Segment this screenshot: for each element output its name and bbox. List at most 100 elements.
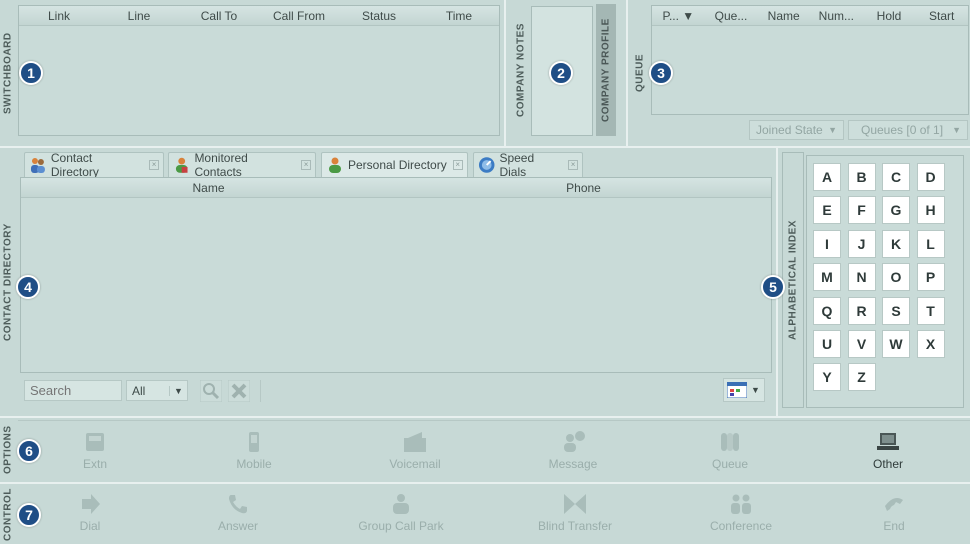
blind-transfer-icon bbox=[564, 494, 586, 514]
message-icon bbox=[564, 431, 585, 452]
letter-button-g[interactable]: G bbox=[882, 196, 910, 225]
queue-col-hold[interactable]: Hold bbox=[863, 9, 916, 23]
mobile-icon bbox=[249, 432, 259, 452]
letter-button-u[interactable]: U bbox=[813, 330, 841, 358]
badge-4: 4 bbox=[16, 275, 40, 299]
tab-label: Speed Dials bbox=[499, 151, 535, 179]
search-input[interactable] bbox=[24, 380, 122, 401]
control-blind-transfer[interactable]: Blind Transfer bbox=[524, 492, 626, 533]
tab-personal-directory[interactable]: Personal Directory × bbox=[321, 152, 468, 177]
company-profile-tab[interactable]: COMPANY PROFILE bbox=[596, 4, 616, 136]
letter-button-k[interactable]: K bbox=[882, 229, 910, 258]
option-other[interactable]: Other bbox=[858, 430, 918, 471]
switchboard-col-call-from[interactable]: Call From bbox=[259, 9, 339, 23]
letter-button-v[interactable]: V bbox=[847, 330, 876, 358]
alphabetical-index-label: ALPHABETICAL INDEX bbox=[782, 152, 804, 408]
letter-button-o[interactable]: O bbox=[882, 263, 910, 292]
extension-icon bbox=[86, 433, 104, 451]
control-dial[interactable]: Dial bbox=[60, 492, 120, 533]
letter-button-s[interactable]: S bbox=[882, 296, 910, 325]
option-mobile[interactable]: Mobile bbox=[224, 430, 284, 471]
letter-button-y[interactable]: Y bbox=[813, 363, 841, 392]
control-answer[interactable]: Answer bbox=[208, 492, 268, 533]
switchboard-col-call-to[interactable]: Call To bbox=[179, 9, 259, 23]
tab-speed-dials[interactable]: Speed Dials × bbox=[473, 151, 583, 179]
letter-button-r[interactable]: R bbox=[847, 296, 876, 325]
control-section-label: CONTROL bbox=[2, 488, 14, 542]
switchboard-section-label: SWITCHBOARD bbox=[2, 32, 14, 114]
conference-icon bbox=[731, 494, 751, 514]
option-label: Message bbox=[548, 457, 598, 471]
queue-header: P... ▼ Que... Name Num... Hold Start bbox=[652, 6, 968, 26]
search-filter-value: All bbox=[132, 383, 146, 398]
letter-button-d[interactable]: D bbox=[916, 163, 945, 191]
letter-button-n[interactable]: N bbox=[847, 263, 876, 292]
control-label: Dial bbox=[79, 519, 101, 533]
control-label: Answer bbox=[217, 519, 258, 533]
control-conference[interactable]: Conference bbox=[700, 492, 782, 533]
search-filter-select[interactable]: All ▼ bbox=[126, 380, 188, 401]
queue-col-name[interactable]: Name bbox=[757, 9, 810, 23]
tab-label: Monitored Contacts bbox=[194, 151, 248, 179]
queues-label: Queues [0 of 1] bbox=[861, 123, 944, 137]
letter-button-b[interactable]: B bbox=[847, 163, 876, 191]
tab-label: Personal Directory bbox=[348, 158, 447, 172]
chevron-down-icon: ▼ bbox=[169, 385, 187, 396]
control-end[interactable]: End bbox=[864, 492, 924, 533]
option-label: Other bbox=[872, 457, 903, 471]
control-group-call-park[interactable]: Group Call Park bbox=[350, 492, 452, 533]
search-icon[interactable] bbox=[200, 380, 222, 402]
queue-section-label: QUEUE bbox=[634, 53, 646, 93]
letter-button-p[interactable]: P bbox=[916, 263, 945, 292]
speed-dials-icon bbox=[478, 157, 495, 173]
queue-col-priority[interactable]: P... ▼ bbox=[652, 9, 705, 23]
option-voicemail[interactable]: Voicemail bbox=[380, 430, 450, 471]
chevron-down-icon: ▼ bbox=[952, 125, 961, 135]
letter-button-f[interactable]: F bbox=[847, 196, 876, 225]
queue-col-queue[interactable]: Que... bbox=[705, 9, 758, 23]
group-call-park-icon bbox=[393, 494, 409, 514]
switchboard-col-status[interactable]: Status bbox=[339, 9, 419, 23]
letter-button-h[interactable]: H bbox=[916, 196, 945, 225]
switchboard-col-link[interactable]: Link bbox=[19, 9, 99, 23]
queue-col-start[interactable]: Start bbox=[915, 9, 968, 23]
tab-contact-directory[interactable]: Contact Directory × bbox=[24, 151, 164, 179]
letter-button-e[interactable]: E bbox=[813, 196, 841, 225]
view-options-button[interactable]: ▼ bbox=[723, 378, 765, 402]
contact-col-name[interactable]: Name bbox=[21, 181, 396, 195]
badge-3: 3 bbox=[649, 61, 673, 85]
queue-col-number[interactable]: Num... bbox=[810, 9, 863, 23]
badge-7: 7 bbox=[17, 503, 41, 527]
switchboard-col-time[interactable]: Time bbox=[419, 9, 499, 23]
letter-button-i[interactable]: I bbox=[813, 229, 841, 258]
letter-button-t[interactable]: T bbox=[916, 296, 945, 325]
option-message[interactable]: Message bbox=[538, 430, 608, 471]
letter-button-j[interactable]: J bbox=[847, 229, 876, 258]
letter-button-a[interactable]: A bbox=[813, 163, 841, 191]
letter-button-c[interactable]: C bbox=[882, 163, 910, 191]
badge-5: 5 bbox=[761, 275, 785, 299]
letter-button-l[interactable]: L bbox=[916, 229, 945, 258]
close-icon[interactable]: × bbox=[568, 160, 578, 170]
joined-state-label: Joined State bbox=[756, 123, 823, 137]
close-icon[interactable]: × bbox=[301, 160, 311, 170]
letter-button-x[interactable]: X bbox=[916, 330, 945, 358]
letter-button-m[interactable]: M bbox=[813, 263, 841, 292]
option-queue[interactable]: Queue bbox=[700, 430, 760, 471]
joined-state-select[interactable]: Joined State ▼ bbox=[749, 120, 844, 140]
option-extn[interactable]: Extn bbox=[65, 430, 125, 471]
switchboard-col-line[interactable]: Line bbox=[99, 9, 179, 23]
close-icon[interactable]: × bbox=[452, 160, 463, 170]
close-icon[interactable]: × bbox=[149, 160, 159, 170]
tab-monitored-contacts[interactable]: Monitored Contacts × bbox=[168, 151, 316, 179]
queues-select[interactable]: Queues [0 of 1] ▼ bbox=[848, 120, 968, 140]
clear-search-icon[interactable] bbox=[228, 380, 250, 402]
contact-col-phone[interactable]: Phone bbox=[396, 181, 771, 195]
grid-view-icon bbox=[727, 382, 747, 398]
company-notes-label[interactable]: COMPANY NOTES bbox=[512, 4, 530, 136]
letter-button-z[interactable]: Z bbox=[847, 363, 876, 392]
letter-button-q[interactable]: Q bbox=[813, 296, 841, 325]
contact-directory-panel: Name Phone bbox=[20, 177, 772, 373]
badge-2: 2 bbox=[549, 61, 573, 85]
letter-button-w[interactable]: W bbox=[882, 330, 910, 358]
